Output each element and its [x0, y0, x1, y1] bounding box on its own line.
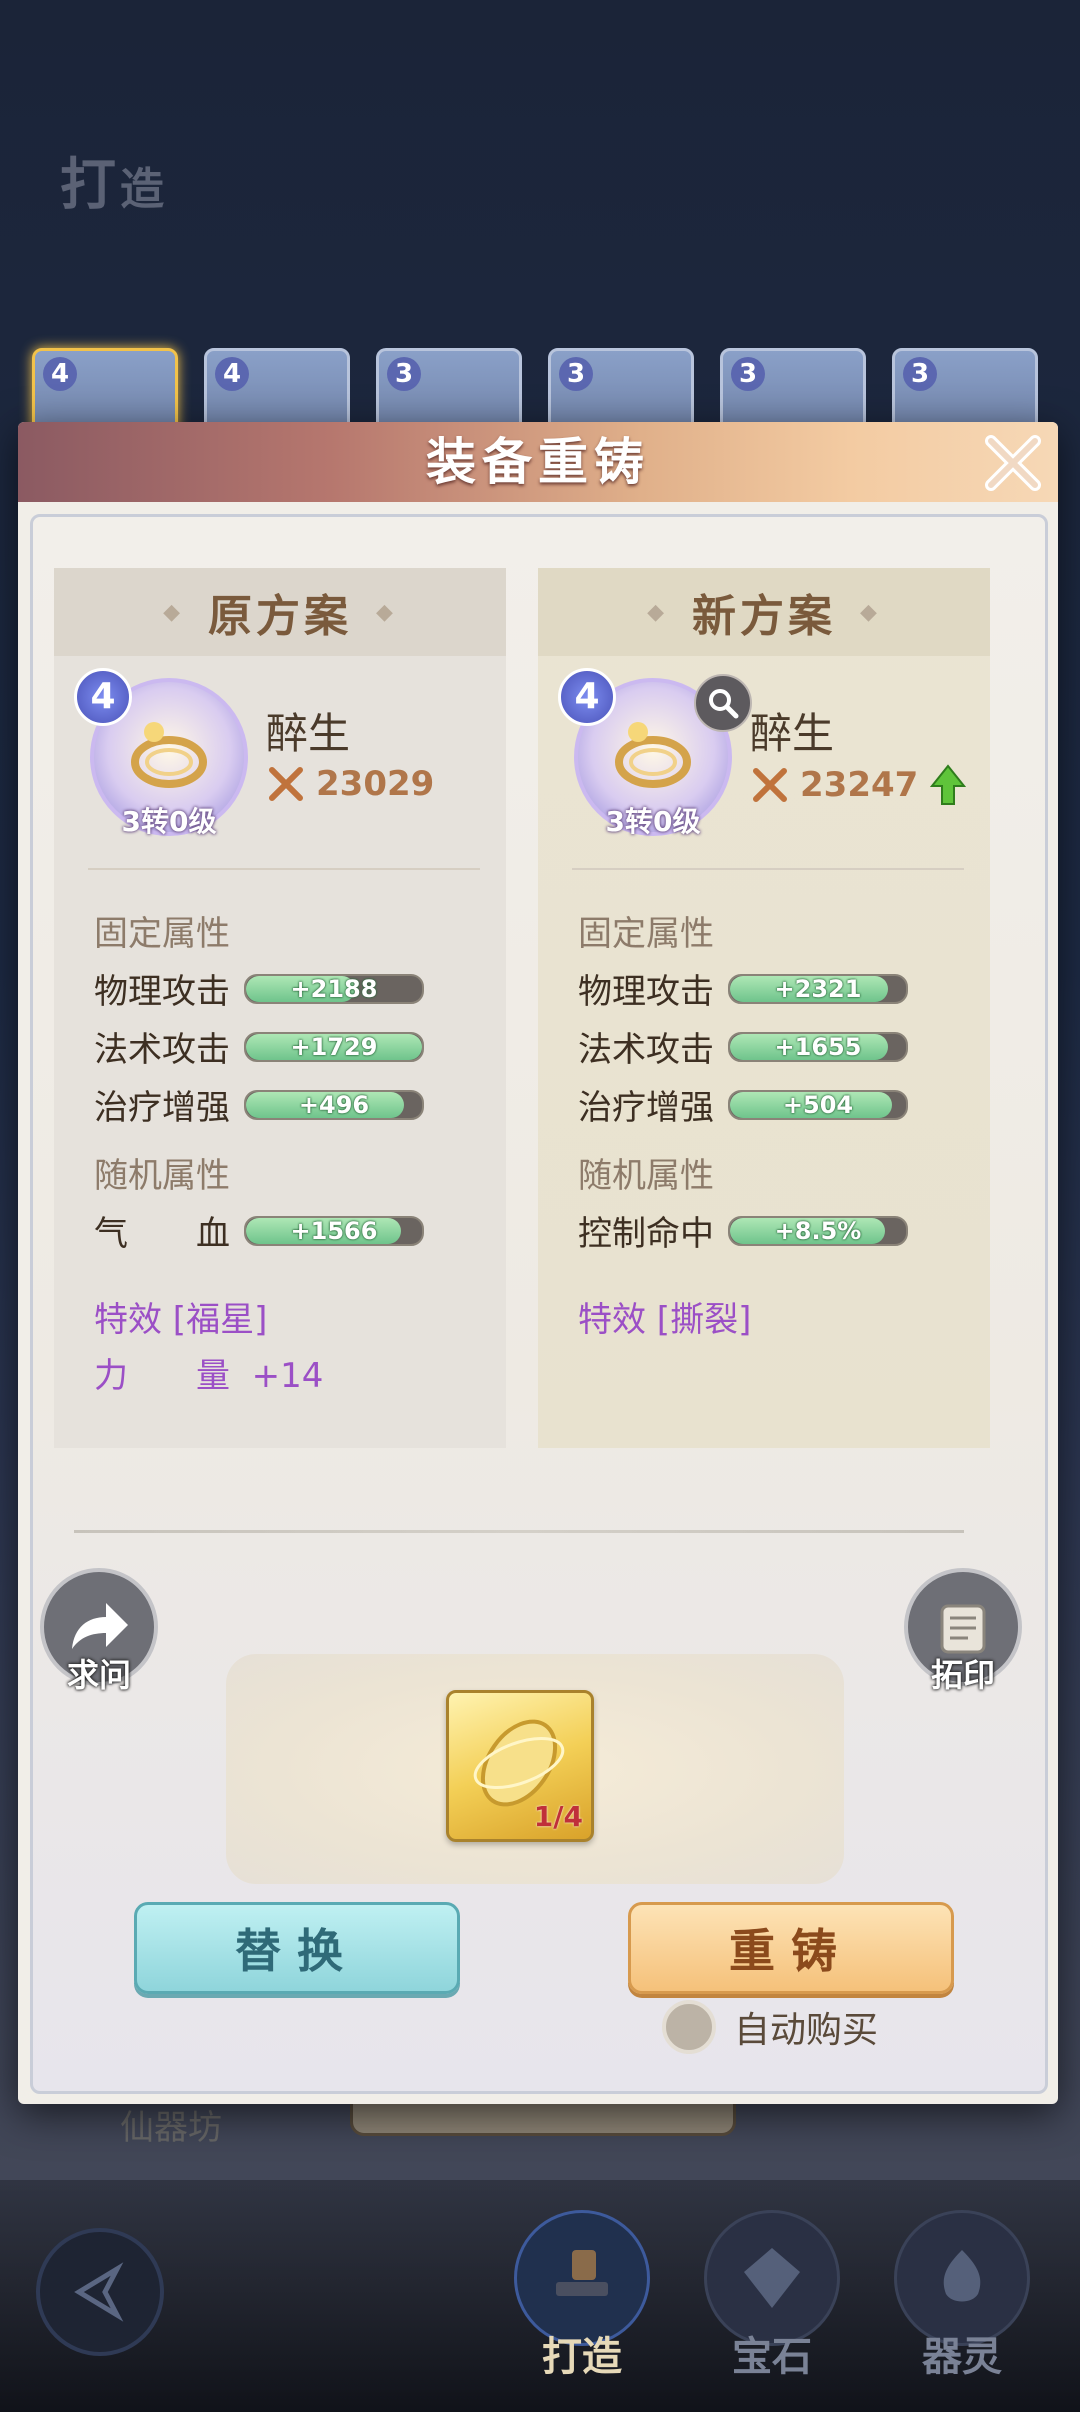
anvil-icon	[556, 2250, 608, 2296]
ask-button[interactable]: 求问	[40, 1568, 158, 1694]
item-name: 醉生	[750, 709, 835, 758]
bonus-attribute: 力 量 +14	[94, 1356, 324, 1396]
workshop-label: 仙器坊	[120, 2108, 222, 2148]
fixed-attributes-label: 固定属性	[94, 914, 230, 954]
equipment-icon[interactable]: 4 3转0级	[74, 668, 248, 838]
panel-header: ◆ 原方案 ◆	[54, 568, 506, 656]
magnifier-icon	[709, 689, 739, 719]
level-badge: 4	[558, 668, 616, 726]
attribute-row: 法术攻击 +1655	[578, 1022, 908, 1071]
attribute-row: 控制命中 +8.5%	[578, 1206, 908, 1255]
attribute-bar: +2188	[244, 973, 424, 1004]
back-arrow-icon	[74, 2262, 124, 2322]
attribute-row: 物理攻击 +2188	[94, 964, 424, 1013]
equipment-icon[interactable]: 4 3转0级	[558, 668, 752, 838]
back-button[interactable]	[36, 2228, 164, 2356]
panel-header: ◆ 新方案 ◆	[538, 568, 990, 656]
crossed-swords-icon	[269, 767, 303, 801]
green-up-arrow-icon	[930, 764, 967, 805]
section-divider	[74, 1530, 964, 1533]
dialog-title: 装备重铸	[426, 433, 650, 491]
attribute-bar: +504	[728, 1089, 908, 1120]
recast-button[interactable]: 重铸	[628, 1902, 954, 1994]
attribute-bar: +1566	[244, 1215, 424, 1246]
original-plan-panel: ◆ 原方案 ◆ 4 3转0级 醉生 23029 固定属性 物理攻击 +2188 法术…	[54, 568, 506, 1448]
close-icon	[985, 435, 1041, 491]
attribute-row: 气 血 +1566	[94, 1206, 424, 1255]
attribute-row: 治疗增强 +496	[94, 1080, 424, 1129]
item-rank: 3转0级	[121, 805, 217, 838]
random-attributes-label: 随机属性	[94, 1156, 230, 1196]
bracelet-icon	[131, 722, 207, 788]
attribute-row: 物理攻击 +2321	[578, 964, 908, 1013]
item-power: 23247	[750, 764, 967, 806]
attribute-bar: +1655	[728, 1031, 908, 1062]
new-plan-panel: ◆新方案◆ 4 3转0级 醉生 23247 固定属性 物理攻击 +2321	[538, 568, 990, 1448]
bracelet-icon	[615, 722, 691, 788]
magnify-button[interactable]	[694, 674, 752, 732]
attribute-bar: +8.5%	[728, 1215, 908, 1246]
divider	[88, 868, 480, 870]
attribute-row: 治疗增强 +504	[578, 1080, 908, 1129]
divider	[572, 868, 964, 870]
auto-buy-checkbox[interactable]	[662, 2000, 716, 2054]
attribute-bar: +2321	[728, 973, 908, 1004]
tab-forge[interactable]: 打造	[512, 2210, 652, 2380]
attribute-row: 法术攻击 +1729	[94, 1022, 424, 1071]
attribute-bar: +496	[244, 1089, 424, 1120]
recast-material-slot[interactable]: 1/4	[446, 1690, 594, 1842]
close-button[interactable]	[978, 428, 1048, 498]
item-rank: 3转0级	[605, 805, 701, 838]
share-arrow-icon	[72, 1603, 128, 1649]
imprint-button[interactable]: 拓印	[904, 1568, 1022, 1694]
tab-gem[interactable]: 宝石	[702, 2210, 842, 2380]
fixed-attributes-label: 固定属性	[578, 914, 714, 954]
auto-buy-toggle[interactable]: 自动购买	[662, 2000, 878, 2054]
item-power: 23029	[266, 764, 434, 804]
random-attributes-label: 随机属性	[578, 1156, 714, 1196]
crossed-swords-icon	[753, 768, 787, 802]
item-name: 醉生	[266, 709, 351, 758]
attribute-bar: +1729	[244, 1031, 424, 1062]
special-effect: 特效 [福星]	[94, 1300, 268, 1340]
gem-icon	[744, 2248, 800, 2308]
tab-spirit[interactable]: 器灵	[892, 2210, 1032, 2380]
spirit-icon	[943, 2250, 981, 2302]
material-count: 1/4	[533, 1800, 583, 1833]
replace-button[interactable]: 替换	[134, 1902, 460, 1994]
special-effect: 特效 [撕裂]	[578, 1300, 752, 1340]
auto-buy-label: 自动购买	[734, 2010, 879, 2051]
level-badge: 4	[74, 668, 132, 726]
page-title: 打造	[60, 153, 168, 218]
